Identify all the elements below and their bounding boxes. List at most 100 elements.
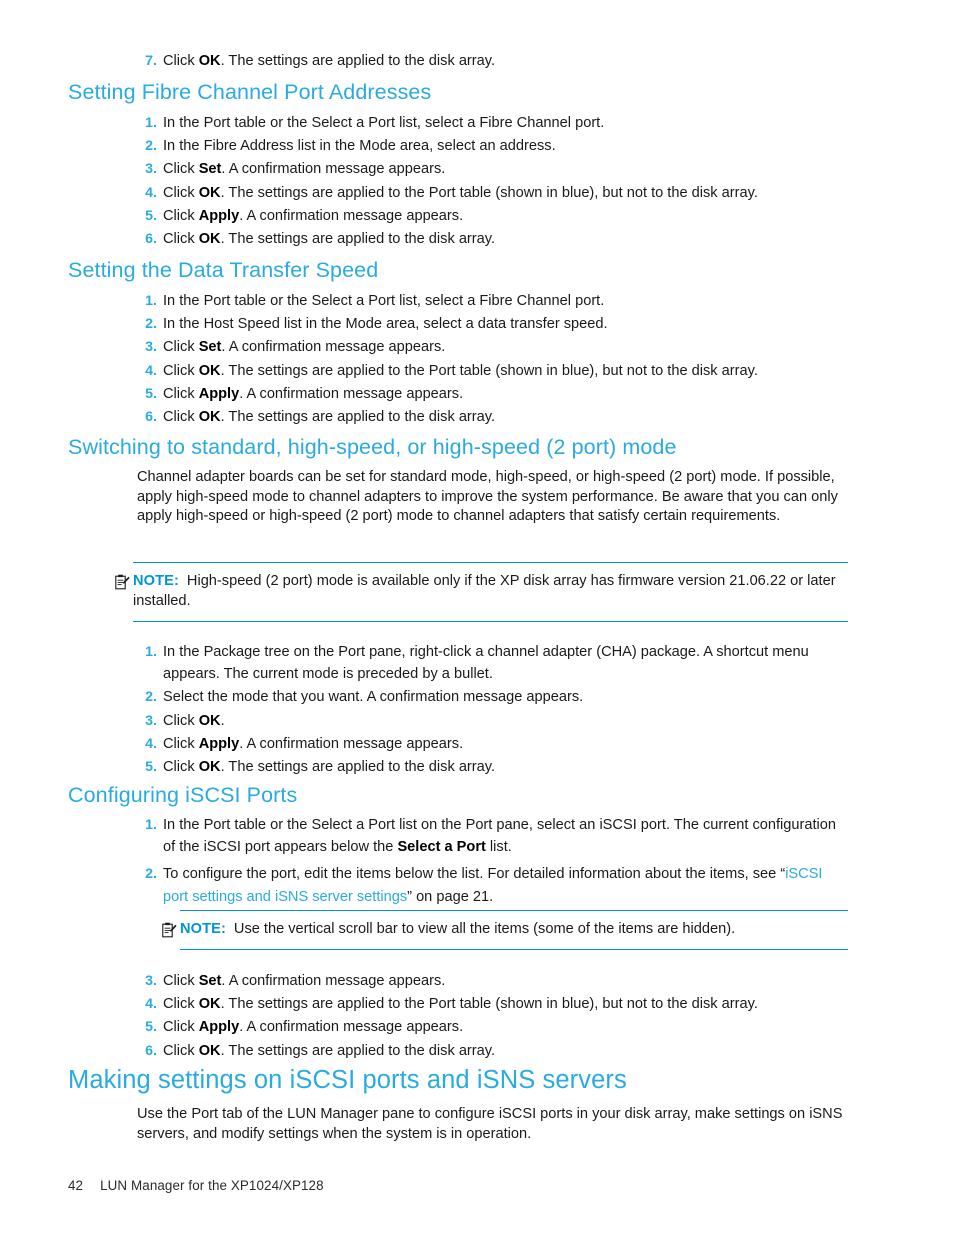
list-text: Click Apply. A confirmation message appe… xyxy=(163,385,464,402)
list-item: 2. In the Host Speed list in the Mode ar… xyxy=(137,313,849,335)
page-footer: 42 LUN Manager for the XP1024/XP128 xyxy=(68,1178,324,1193)
list-number: 2. xyxy=(145,866,157,883)
note-box-scroll-bar: NOTE: Use the vertical scroll bar to view… xyxy=(162,910,848,950)
bold-term: OK xyxy=(198,996,221,1013)
list-item: 2. In the Fibre Address list in the Mode… xyxy=(137,135,849,157)
list-text: Click Apply. A confirmation message appe… xyxy=(163,735,464,752)
note-box-firmware-version: NOTE: High-speed (2 port) mode is availab… xyxy=(115,562,848,622)
list-text: In the Package tree on the Port pane, ri… xyxy=(163,644,809,683)
bold-term: Set xyxy=(198,161,222,178)
list-item: 6. Click OK. The settings are applied to… xyxy=(137,406,849,428)
bold-term: OK xyxy=(198,184,221,201)
list-number: 1. xyxy=(145,817,157,833)
list-number: 4. xyxy=(145,996,157,1013)
list-number: 4. xyxy=(145,184,157,201)
paragraph-making-settings: Use the Port tab of the LUN Manager pane… xyxy=(137,1106,843,1142)
bold-term: Apply xyxy=(198,1019,240,1036)
note-rule-bottom xyxy=(133,620,848,622)
list-text: Click OK. The settings are applied to th… xyxy=(163,996,758,1013)
list-number: 2. xyxy=(145,316,157,333)
note-text: High-speed (2 port) mode is available on… xyxy=(133,573,836,609)
list-text: Click OK. The settings are applied to th… xyxy=(163,759,496,776)
bold-term: Apply xyxy=(198,207,240,224)
list-text: Click OK. xyxy=(163,712,225,729)
step-list: 1. In the Port table or the Select a Por… xyxy=(137,112,849,250)
list-item: 4. Click OK. The settings are applied to… xyxy=(137,993,849,1015)
bold-term: Apply xyxy=(198,735,240,752)
list-text: Click OK. The settings are applied to th… xyxy=(163,362,758,379)
list-item: 5. Click OK. The settings are applied to… xyxy=(137,756,849,778)
list-item: 5. Click Apply. A confirmation message a… xyxy=(137,383,849,405)
step-list-continued: 7. Click OK. The settings are applied to… xyxy=(137,50,847,72)
list-text: In the Host Speed list in the Mode area,… xyxy=(163,316,608,333)
list-item: 3. Click Set. A confirmation message app… xyxy=(137,336,849,358)
list-item: 1. In the Port table or the Select a Por… xyxy=(137,814,849,858)
document-page: 7. Click OK. The settings are applied to… xyxy=(0,0,954,1235)
heading-making-settings-iscsi-isns: Making settings on iSCSI ports and iSNS … xyxy=(68,1066,627,1094)
bold-term: OK xyxy=(198,409,221,426)
note-text: Use the vertical scroll bar to view all … xyxy=(233,921,736,937)
list-text: In the Port table or the Select a Port l… xyxy=(163,293,605,309)
list-item: 5. Click Apply. A confirmation message a… xyxy=(137,1016,849,1038)
list-number: 5. xyxy=(145,207,157,224)
list-text: In the Fibre Address list in the Mode ar… xyxy=(163,138,556,155)
steps-configuring-iscsi-ports-continued: 3. Click Set. A confirmation message app… xyxy=(137,970,849,1063)
list-text: Click OK. The settings are applied to th… xyxy=(163,184,758,201)
bold-term: OK xyxy=(198,1042,221,1059)
steps-switching-modes: 1. In the Package tree on the Port pane,… xyxy=(137,641,849,779)
list-text: Click Set. A confirmation message appear… xyxy=(163,339,446,356)
page-number: 42 xyxy=(68,1178,84,1193)
steps-setting-fibre-channel-port-addresses: 1. In the Port table or the Select a Por… xyxy=(137,112,849,251)
list-item: 1. In the Package tree on the Port pane,… xyxy=(137,641,849,685)
continued-step-list: 7. Click OK. The settings are applied to… xyxy=(137,50,847,73)
list-text: In the Port table or the Select a Port l… xyxy=(163,115,605,131)
bold-term: Apply xyxy=(198,385,240,402)
list-text: Click OK. The settings are applied to th… xyxy=(163,231,496,248)
list-item: 1. In the Port table or the Select a Por… xyxy=(137,290,849,312)
bold-term: Set xyxy=(198,973,222,989)
bold-term: OK xyxy=(198,53,221,69)
list-number: 3. xyxy=(145,161,157,178)
bold-term: OK xyxy=(198,712,221,729)
list-number: 7. xyxy=(145,53,157,69)
list-number: 3. xyxy=(145,712,157,729)
list-item: 4. Click OK. The settings are applied to… xyxy=(137,182,849,204)
list-item: 6. Click OK. The settings are applied to… xyxy=(137,228,849,250)
bold-term: OK xyxy=(198,362,221,379)
list-number: 1. xyxy=(145,115,157,131)
list-item: 6. Click OK. The settings are applied to… xyxy=(137,1040,849,1062)
heading-setting-fibre-channel-port-addresses: Setting Fibre Channel Port Addresses xyxy=(68,80,432,104)
list-text: To configure the port, edit the items be… xyxy=(163,866,823,905)
list-number: 1. xyxy=(145,293,157,309)
step-list: 1. In the Port table or the Select a Por… xyxy=(137,290,849,428)
bold-term: Set xyxy=(198,339,222,356)
step-list: 1. In the Package tree on the Port pane,… xyxy=(137,641,849,778)
heading-configuring-iscsi-ports: Configuring iSCSI Ports xyxy=(68,783,298,807)
list-item: 3. Click OK. xyxy=(137,710,849,732)
paragraph-switching-modes: Channel adapter boards can be set for st… xyxy=(137,469,838,525)
steps-configuring-iscsi-ports: 1. In the Port table or the Select a Por… xyxy=(137,814,849,909)
list-number: 5. xyxy=(145,1019,157,1036)
list-item: 4. Click Apply. A confirmation message a… xyxy=(137,733,849,755)
list-item: 4. Click OK. The settings are applied to… xyxy=(137,360,849,382)
bold-term: OK xyxy=(198,231,221,248)
list-text: Click OK. The settings are applied to th… xyxy=(163,409,496,426)
list-item: 3. Click Set. A confirmation message app… xyxy=(137,158,849,180)
list-number: 3. xyxy=(145,973,157,989)
note-label: NOTE: xyxy=(133,573,179,589)
list-number: 1. xyxy=(145,644,157,660)
list-text: Click Apply. A confirmation message appe… xyxy=(163,1019,464,1036)
list-text: Click Set. A confirmation message appear… xyxy=(163,161,446,178)
list-number: 5. xyxy=(145,759,157,776)
bold-term: Select a Port xyxy=(397,839,486,856)
list-text: Click OK. The settings are applied to th… xyxy=(163,1042,496,1059)
note-clipboard-icon xyxy=(115,574,130,590)
list-number: 4. xyxy=(145,362,157,379)
list-number: 2. xyxy=(145,689,157,706)
list-number: 6. xyxy=(145,409,157,426)
list-item: 7. Click OK. The settings are applied to… xyxy=(137,50,847,72)
list-item: 2. Select the mode that you want. A conf… xyxy=(137,686,849,708)
list-number: 6. xyxy=(145,1042,157,1059)
steps-setting-the-data-transfer-speed: 1. In the Port table or the Select a Por… xyxy=(137,290,849,429)
list-number: 5. xyxy=(145,385,157,402)
